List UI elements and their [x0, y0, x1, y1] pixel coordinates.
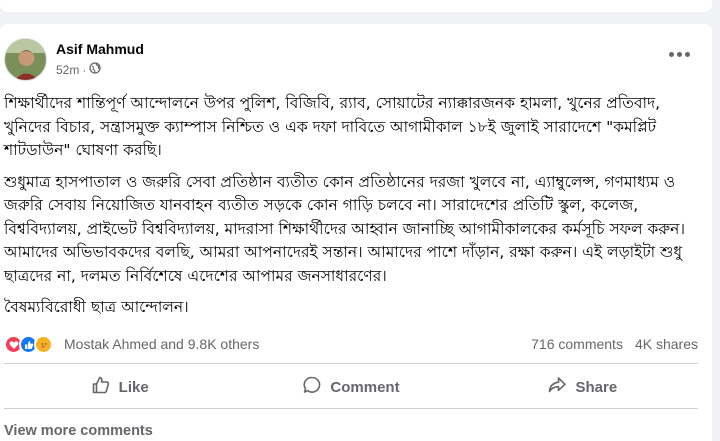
post-counts: 716 comments 4K shares — [531, 336, 698, 352]
avatar[interactable] — [4, 38, 47, 81]
comment-button[interactable]: Comment — [235, 369, 466, 405]
comment-icon — [302, 375, 322, 399]
previous-post-edge — [0, 0, 712, 12]
globe-icon — [89, 62, 101, 77]
divider — [4, 408, 698, 409]
reaction-icons[interactable] — [4, 335, 53, 354]
like-button[interactable]: Like — [4, 369, 235, 405]
reactors-text[interactable]: Mostak Ahmed and 9.8K others — [64, 336, 259, 352]
divider — [4, 363, 698, 364]
shares-count[interactable]: 4K shares — [635, 336, 698, 352]
share-button[interactable]: Share — [467, 369, 698, 405]
meta-separator: · — [82, 62, 87, 77]
action-bar: Like Comment Share — [4, 369, 698, 405]
share-label: Share — [575, 378, 618, 396]
post-paragraph: শুধুমাত্র হাসপাতাল ও জরুরি সেবা প্রতিষ্ঠ… — [4, 172, 685, 238]
like-label: Like — [118, 378, 149, 396]
post-meta: 52m · — [56, 62, 101, 77]
post-time[interactable]: 52m — [56, 63, 79, 77]
comments-count[interactable]: 716 comments — [531, 336, 623, 352]
comment-label: Comment — [330, 378, 400, 396]
post-stats: Mostak Ahmed and 9.8K others 716 comment… — [4, 333, 698, 357]
like-icon — [91, 375, 111, 399]
post-body: শিক্ষার্থীদের শান্তিপূর্ণ আন্দোলনে উপর প… — [4, 92, 699, 328]
more-options-icon[interactable] — [664, 42, 694, 66]
post-paragraph: শিক্ষার্থীদের শান্তিপূর্ণ আন্দোলনে উপর প… — [4, 94, 661, 159]
author-name[interactable]: Asif Mahmud — [56, 41, 144, 57]
share-icon — [547, 375, 567, 399]
post-card: Asif Mahmud 52m · শিক্ষার্থীদের শান্তিপূ… — [0, 24, 712, 441]
view-more-comments-link[interactable]: View more comments — [4, 423, 153, 439]
post-header: Asif Mahmud 52m · — [4, 38, 694, 82]
post-paragraph: আমাদের অভিভাবকদের বলছি, আমরা আপনাদেরই সন… — [4, 243, 683, 285]
post-paragraph: বৈষম্যবিরোধী ছাত্র আন্দোলন। — [4, 298, 189, 316]
care-reaction-icon — [34, 335, 53, 354]
